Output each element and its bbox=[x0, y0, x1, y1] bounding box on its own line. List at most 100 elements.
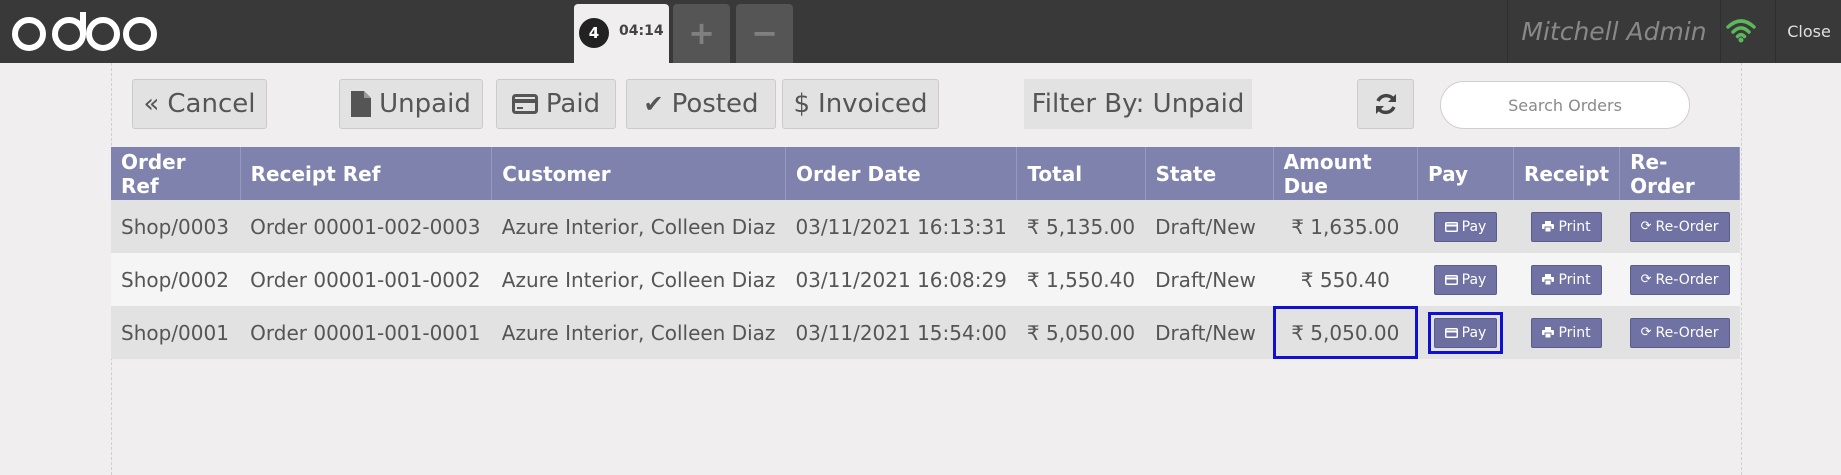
dollar-icon: $ bbox=[793, 89, 811, 119]
unpaid-label: Unpaid bbox=[379, 89, 471, 119]
order-time: 04:14 bbox=[619, 23, 664, 39]
column-header-receipt-ref: Receipt Ref bbox=[240, 147, 493, 200]
cashier-name[interactable]: Mitchell Admin bbox=[1507, 0, 1721, 63]
pay-cell: Pay bbox=[1418, 306, 1514, 359]
customer-cell: Azure Interior, Colleen Diaz bbox=[501, 320, 776, 345]
pay-label: Pay bbox=[1461, 324, 1487, 341]
odoo-logo bbox=[12, 12, 157, 51]
print-label: Print bbox=[1558, 324, 1591, 341]
pay-button-highlight: Pay bbox=[1427, 311, 1504, 354]
amount-due-cell: ₹ 550.40 bbox=[1300, 267, 1390, 292]
receipt-cell: Print bbox=[1513, 253, 1619, 306]
receipt-ref-cell: Order 00001-002-0003 bbox=[250, 214, 481, 239]
table-row[interactable]: Shop/0001 Order 00001-001-0001 Azure Int… bbox=[111, 306, 1740, 359]
credit-card-icon bbox=[1444, 221, 1458, 232]
receipt-ref-cell: Order 00001-001-0002 bbox=[250, 267, 481, 292]
total-cell: ₹ 5,050.00 bbox=[1026, 320, 1136, 345]
print-label: Print bbox=[1558, 218, 1591, 235]
print-icon bbox=[1542, 221, 1555, 232]
pay-cell: Pay bbox=[1418, 253, 1514, 306]
print-icon bbox=[1542, 327, 1555, 338]
refresh-icon: ⟳ bbox=[1640, 219, 1652, 235]
order-date-cell: 03/11/2021 16:13:31 bbox=[795, 214, 1007, 239]
state-cell: Draft/New bbox=[1155, 214, 1256, 239]
print-button[interactable]: Print bbox=[1531, 264, 1602, 295]
receipt-ref-cell: Order 00001-001-0001 bbox=[250, 320, 481, 345]
order-number-badge: 4 bbox=[579, 18, 609, 48]
amount-due-cell-highlighted: ₹ 5,050.00 bbox=[1273, 306, 1418, 359]
total-cell: ₹ 1,550.40 bbox=[1026, 267, 1136, 292]
invoiced-label: Invoiced bbox=[818, 89, 928, 119]
total-cell: ₹ 5,135.00 bbox=[1026, 214, 1136, 239]
print-icon bbox=[1542, 274, 1555, 285]
receipt-cell: Print bbox=[1513, 200, 1619, 253]
credit-card-icon bbox=[1444, 327, 1458, 338]
order-date-cell: 03/11/2021 15:54:00 bbox=[795, 320, 1007, 345]
column-header-receipt: Receipt bbox=[1513, 147, 1621, 200]
order-ref-cell: Shop/0003 bbox=[121, 214, 229, 239]
checkmark-icon: ✔ bbox=[643, 90, 664, 118]
reorder-button[interactable]: ⟳ Re-Order bbox=[1629, 211, 1730, 242]
close-button[interactable]: Close bbox=[1775, 0, 1841, 63]
reorder-label: Re-Order bbox=[1655, 324, 1719, 341]
refresh-button[interactable] bbox=[1357, 79, 1414, 129]
reorder-button[interactable]: ⟳ Re-Order bbox=[1629, 264, 1730, 295]
paid-label: Paid bbox=[545, 89, 601, 119]
reorder-label: Re-Order bbox=[1655, 271, 1719, 288]
receipt-cell: Print bbox=[1513, 306, 1619, 359]
column-header-reorder: Re-Order bbox=[1619, 147, 1740, 200]
column-header-order-ref: Order Ref bbox=[111, 147, 241, 200]
filter-paid-button[interactable]: Paid bbox=[496, 79, 616, 129]
credit-card-icon bbox=[511, 94, 538, 114]
table-row[interactable]: Shop/0003 Order 00001-002-0003 Azure Int… bbox=[111, 200, 1740, 253]
filter-unpaid-button[interactable]: Unpaid bbox=[339, 79, 483, 129]
table-header-row: Order Ref Receipt Ref Customer Order Dat… bbox=[111, 147, 1740, 200]
cancel-button[interactable]: « Cancel bbox=[132, 79, 267, 129]
order-tab-active[interactable]: 4 04:14 bbox=[574, 4, 669, 63]
print-button[interactable]: Print bbox=[1531, 211, 1602, 242]
filter-posted-button[interactable]: ✔ Posted bbox=[626, 79, 776, 129]
filter-invoiced-button[interactable]: $ Invoiced bbox=[782, 79, 939, 129]
state-cell: Draft/New bbox=[1155, 267, 1256, 292]
order-date-cell: 03/11/2021 16:08:29 bbox=[795, 267, 1007, 292]
pay-button[interactable]: Pay bbox=[1433, 264, 1498, 295]
reorder-cell: ⟳ Re-Order bbox=[1620, 200, 1740, 253]
posted-label: Posted bbox=[671, 89, 759, 119]
order-ref-cell: Shop/0001 bbox=[121, 320, 229, 345]
column-header-customer: Customer bbox=[491, 147, 786, 200]
pay-button[interactable]: Pay bbox=[1433, 211, 1498, 242]
orders-table: Order Ref Receipt Ref Customer Order Dat… bbox=[111, 147, 1740, 359]
print-button[interactable]: Print bbox=[1531, 317, 1602, 348]
wifi-icon[interactable] bbox=[1725, 17, 1757, 43]
remove-order-button[interactable]: − bbox=[736, 4, 793, 63]
column-header-total: Total bbox=[1016, 147, 1146, 200]
filter-status: Filter By: Unpaid bbox=[1024, 79, 1252, 129]
customer-cell: Azure Interior, Colleen Diaz bbox=[501, 267, 776, 292]
refresh-icon bbox=[1375, 93, 1396, 115]
cancel-label: Cancel bbox=[167, 89, 256, 119]
print-label: Print bbox=[1558, 271, 1591, 288]
pay-cell: Pay bbox=[1418, 200, 1514, 253]
pay-label: Pay bbox=[1461, 218, 1487, 235]
refresh-icon: ⟳ bbox=[1640, 325, 1652, 341]
reorder-cell: ⟳ Re-Order bbox=[1620, 253, 1740, 306]
reorder-button[interactable]: ⟳ Re-Order bbox=[1629, 317, 1730, 348]
refresh-icon: ⟳ bbox=[1640, 272, 1652, 288]
column-header-amount-due: Amount Due bbox=[1273, 147, 1419, 200]
order-ref-cell: Shop/0002 bbox=[121, 267, 229, 292]
reorder-label: Re-Order bbox=[1655, 218, 1719, 235]
customer-cell: Azure Interior, Colleen Diaz bbox=[501, 214, 776, 239]
file-icon bbox=[351, 91, 372, 117]
column-header-order-date: Order Date bbox=[785, 147, 1018, 200]
column-header-pay: Pay bbox=[1417, 147, 1514, 200]
state-cell: Draft/New bbox=[1155, 320, 1256, 345]
pay-label: Pay bbox=[1461, 271, 1487, 288]
table-row[interactable]: Shop/0002 Order 00001-001-0002 Azure Int… bbox=[111, 253, 1740, 306]
column-header-state: State bbox=[1145, 147, 1274, 200]
add-order-button[interactable]: + bbox=[673, 4, 730, 63]
credit-card-icon bbox=[1444, 274, 1458, 285]
amount-due-cell: ₹ 1,635.00 bbox=[1291, 214, 1400, 239]
search-orders-input[interactable] bbox=[1440, 81, 1690, 129]
reorder-cell: ⟳ Re-Order bbox=[1620, 306, 1740, 359]
pay-button[interactable]: Pay bbox=[1433, 317, 1498, 348]
